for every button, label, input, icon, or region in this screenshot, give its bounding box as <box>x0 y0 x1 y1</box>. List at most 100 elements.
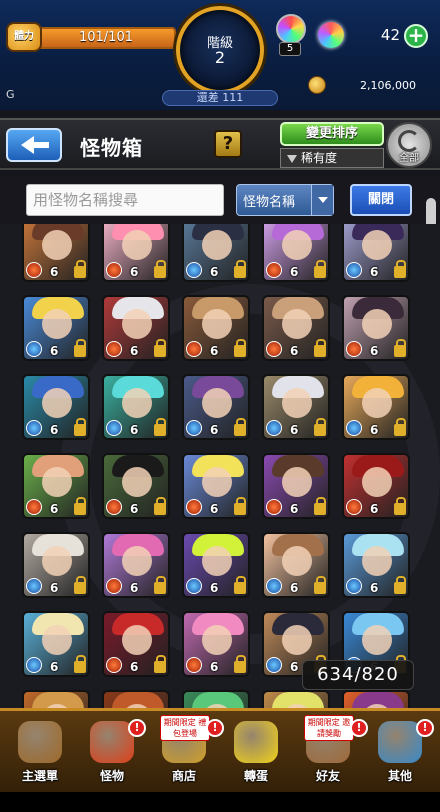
monster-face <box>122 625 152 655</box>
water-element-icon <box>346 578 362 594</box>
water-element-icon <box>186 262 202 278</box>
rank-badge[interactable]: 階級 2 <box>176 6 264 94</box>
lock-icon <box>234 339 246 357</box>
monster-face <box>282 388 312 418</box>
monster-face <box>202 388 232 418</box>
lock-icon <box>314 497 326 515</box>
monster-cell[interactable]: 6 <box>102 224 170 282</box>
monster-cell[interactable]: 6 <box>102 295 170 361</box>
orb-icon <box>318 22 344 48</box>
monster-cell[interactable]: 6 <box>182 295 250 361</box>
monster-face <box>202 230 232 260</box>
water-element-icon <box>26 420 42 436</box>
monster-cell[interactable]: 6 <box>182 611 250 677</box>
fire-element-icon <box>106 262 122 278</box>
monster-cell[interactable]: 6 <box>102 374 170 440</box>
monster-face <box>122 388 152 418</box>
sort-mode[interactable]: 稀有度 <box>280 148 384 168</box>
help-button[interactable]: ? <box>214 130 242 158</box>
monster-level: 6 <box>130 423 139 437</box>
monster-cell[interactable]: 6 <box>262 532 330 598</box>
water-element-icon <box>106 420 122 436</box>
monster-face <box>122 230 152 260</box>
stamina-bar: 101/101 <box>36 27 176 49</box>
monster-cell[interactable]: 6 <box>262 453 330 519</box>
monster-face <box>282 309 312 339</box>
monster-cell[interactable]: 6 <box>22 374 90 440</box>
lock-icon <box>154 418 166 436</box>
monster-cell[interactable]: 6 <box>342 532 410 598</box>
monster-cell[interactable]: 6 <box>102 453 170 519</box>
monster-cell[interactable]: 6 <box>182 532 250 598</box>
monster-search-input[interactable] <box>26 184 224 216</box>
monster-cell[interactable]: 6 <box>22 224 90 282</box>
monster-cell[interactable]: 6 <box>22 453 90 519</box>
fire-element-icon <box>106 499 122 515</box>
monster-cell[interactable]: 6 <box>22 690 90 710</box>
monster-level: 6 <box>210 660 219 674</box>
monster-cell[interactable]: 6 <box>102 532 170 598</box>
monster-cell[interactable]: 6 <box>342 453 410 519</box>
box-count: 634/820 <box>302 660 414 690</box>
monster-cell[interactable]: 6 <box>22 532 90 598</box>
fire-element-icon <box>26 262 42 278</box>
monster-level: 6 <box>50 344 59 358</box>
monster-cell[interactable]: 6 <box>342 224 410 282</box>
monster-cell[interactable]: 6 <box>262 295 330 361</box>
add-orb-button[interactable]: + <box>404 24 428 48</box>
monster-level: 6 <box>370 581 379 595</box>
all-filter-button[interactable]: 全部 <box>386 122 432 168</box>
monster-level: 6 <box>130 660 139 674</box>
monster-cell[interactable]: 6 <box>262 374 330 440</box>
close-search-button[interactable]: 關閉 <box>350 184 412 216</box>
monster-cell[interactable]: 6 <box>102 690 170 710</box>
monster-face <box>202 467 232 497</box>
water-element-icon <box>26 341 42 357</box>
water-element-icon <box>186 420 202 436</box>
monster-cell[interactable]: 6 <box>182 224 250 282</box>
stamina-gauge: 101/101 體力 <box>6 22 176 52</box>
coin-icon <box>308 76 326 94</box>
rainbow-gem-icon[interactable] <box>276 14 306 44</box>
monster-cell[interactable]: 6 <box>102 611 170 677</box>
monster-level: 6 <box>130 265 139 279</box>
monster-cell[interactable]: 6 <box>182 690 250 710</box>
water-element-icon <box>26 657 42 673</box>
nav-label: 其他 <box>387 769 412 783</box>
sort-mode-label: 稀有度 <box>301 151 338 165</box>
lock-icon <box>314 339 326 357</box>
monster-cell[interactable]: 6 <box>182 453 250 519</box>
lock-icon <box>154 655 166 673</box>
monster-face <box>362 467 392 497</box>
fire-element-icon <box>266 341 282 357</box>
monster-level: 6 <box>290 423 299 437</box>
monster-cell[interactable]: 6 <box>262 690 330 710</box>
lock-icon <box>74 339 86 357</box>
monster-cell[interactable]: 6 <box>262 224 330 282</box>
monster-level: 6 <box>50 502 59 516</box>
monster-cell[interactable]: 6 <box>182 374 250 440</box>
monster-cell[interactable]: 6 <box>342 295 410 361</box>
monster-face <box>42 546 72 576</box>
search-row: 怪物名稱 關閉 <box>0 176 440 224</box>
monster-cell[interactable]: 6 <box>22 611 90 677</box>
monster-level: 6 <box>210 581 219 595</box>
lock-icon <box>154 260 166 278</box>
monster-level: 6 <box>290 581 299 595</box>
monster-cell[interactable]: 6 <box>22 295 90 361</box>
back-button[interactable] <box>6 128 62 162</box>
water-element-icon <box>26 578 42 594</box>
monster-cell[interactable]: 6 <box>342 690 410 710</box>
lock-icon <box>314 576 326 594</box>
search-field-select[interactable]: 怪物名稱 <box>236 184 334 216</box>
monster-level: 6 <box>130 581 139 595</box>
fire-element-icon <box>26 499 42 515</box>
filter-icon <box>287 154 297 163</box>
lock-icon <box>234 576 246 594</box>
change-sort-button[interactable]: 變更排序 <box>280 122 384 146</box>
bottom-nav: 主選單 怪物! 商店 期間限定 禮包登場! 轉蛋 好友 期間限定 邀請獎勵! 其他! <box>0 708 440 812</box>
fire-element-icon <box>186 499 202 515</box>
monster-cell[interactable]: 6 <box>342 374 410 440</box>
monster-face <box>122 546 152 576</box>
monster-face <box>122 467 152 497</box>
